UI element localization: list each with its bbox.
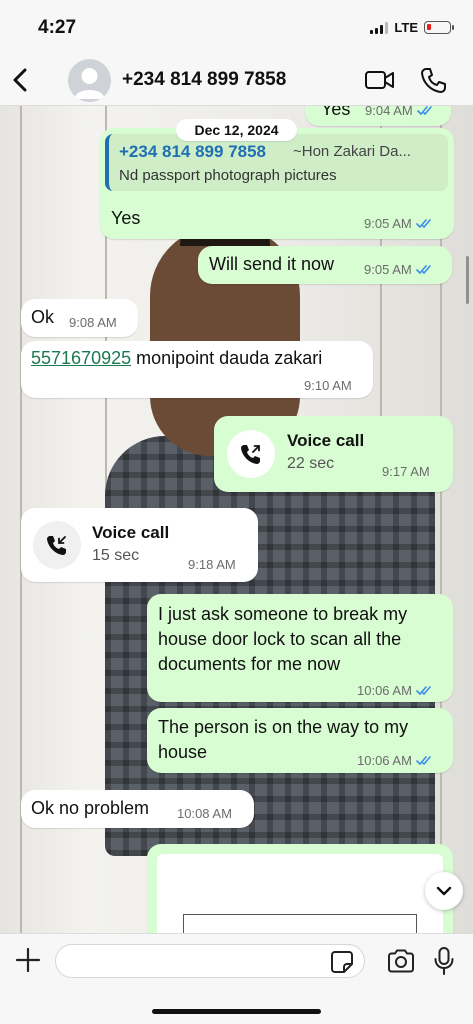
composer-bar (0, 933, 473, 1024)
message-text: I just ask someone to break my house doo… (158, 602, 407, 677)
status-indicators: LTE (370, 20, 454, 35)
avatar-placeholder-icon (74, 68, 105, 99)
quoted-message[interactable]: +234 814 899 7858 ~Hon Zakari Da... Nd p… (105, 134, 448, 191)
home-indicator[interactable] (152, 1009, 321, 1014)
message-bubble[interactable]: Yes 9:04 AM (305, 106, 451, 126)
sticker-icon (331, 951, 353, 973)
quoted-sender-alias: ~Hon Zakari Da... (293, 143, 411, 160)
message-line: house door lock to scan all the (158, 629, 402, 649)
message-meta: 9:08 AM (69, 315, 117, 330)
call-title: Voice call (92, 523, 170, 542)
message-time: 10:06 AM (357, 753, 412, 768)
message-text: Yes (321, 106, 351, 119)
back-button[interactable] (12, 65, 34, 95)
message-meta: 9:05 AM (364, 216, 434, 231)
message-text: Yes (111, 208, 141, 228)
message-bubble[interactable]: 5571670925 monipoint dauda zakari 9:10 A… (21, 341, 373, 398)
video-call-button[interactable] (364, 68, 396, 92)
contact-name[interactable]: +234 814 899 7858 (122, 69, 286, 91)
message-bubble[interactable]: Ok no problem 10:08 AM (21, 790, 254, 828)
message-input[interactable] (55, 944, 365, 978)
account-number-link[interactable]: 5571670925 (31, 348, 131, 368)
call-duration: 22 sec (287, 455, 335, 472)
status-bar: 4:27 LTE (0, 0, 473, 56)
message-time: 9:04 AM (365, 106, 413, 118)
chat-header: +234 814 899 7858 (0, 56, 473, 106)
microphone-button[interactable] (433, 946, 455, 976)
media-message-bubble[interactable] (147, 844, 453, 933)
network-type: LTE (394, 20, 418, 35)
outgoing-call-icon (241, 445, 260, 464)
message-line: I just ask someone to break my (158, 604, 408, 624)
message-text: Will send it now (209, 254, 335, 274)
message-meta: 10:06 AM (357, 753, 434, 768)
attach-button[interactable] (14, 946, 42, 974)
document-frame (183, 914, 417, 933)
message-time: 9:10 AM (304, 378, 352, 393)
scrollbar[interactable] (466, 256, 469, 304)
read-ticks-icon (415, 219, 431, 228)
plus-icon (15, 947, 41, 973)
status-time: 4:27 (38, 17, 77, 38)
chevron-left-icon (13, 68, 27, 92)
message-meta: 10:06 AM (357, 683, 434, 698)
message-bubble[interactable]: I just ask someone to break my house doo… (147, 594, 453, 702)
message-time: 10:06 AM (357, 683, 412, 698)
message-bubble[interactable]: +234 814 899 7858 ~Hon Zakari Da... Nd p… (100, 128, 454, 239)
message-text: 5571670925 monipoint dauda zakari (31, 346, 322, 371)
chevron-down-icon (436, 886, 452, 896)
message-time: 9:05 AM (364, 262, 412, 277)
avatar[interactable] (68, 59, 111, 102)
message-text: Ok no problem (31, 798, 150, 818)
incoming-call-icon (47, 536, 66, 555)
quoted-sender: +234 814 899 7858 (119, 142, 267, 161)
message-bubble[interactable]: Ok 9:08 AM (21, 299, 138, 337)
message-time: 9:18 AM (188, 557, 236, 572)
message-time: 9:08 AM (69, 315, 117, 330)
date-chip: Dec 12, 2024 (176, 119, 297, 141)
message-line: The person is on the way to my (158, 717, 409, 737)
call-icon-wrap (33, 521, 81, 569)
message-meta: 9:10 AM (304, 378, 352, 393)
message-meta: 10:08 AM (177, 806, 232, 821)
message-meta: 9:05 AM (364, 262, 434, 277)
message-line: documents for me now (158, 654, 341, 674)
camera-button[interactable] (386, 948, 416, 974)
message-bubble[interactable]: The person is on the way to my house 10:… (147, 708, 453, 773)
call-title: Voice call (287, 431, 365, 450)
phone-icon (421, 68, 446, 93)
chat-area[interactable]: Yes 9:04 AM +234 814 899 7858 ~Hon Zakar… (0, 106, 473, 933)
message-bubble[interactable]: Will send it now 9:05 AM (198, 246, 452, 284)
voice-call-button[interactable] (420, 66, 446, 94)
message-meta: 9:04 AM (365, 106, 435, 118)
message-meta: 9:18 AM (188, 557, 236, 572)
call-bubble[interactable]: Voice call 22 sec 9:17 AM (214, 416, 453, 492)
battery-level (427, 24, 431, 30)
call-bubble[interactable]: Voice call 15 sec 9:18 AM (21, 508, 258, 582)
sticker-button[interactable] (330, 950, 354, 974)
message-text-rest: monipoint dauda zakari (131, 348, 323, 368)
read-ticks-icon (415, 265, 431, 274)
microphone-icon (434, 947, 454, 975)
signal-icon (370, 21, 389, 34)
call-icon-wrap (227, 430, 275, 478)
video-camera-icon (365, 71, 394, 89)
quoted-text: Nd passport photograph pictures (119, 167, 337, 184)
message-time: 9:17 AM (382, 464, 430, 479)
message-meta: 9:17 AM (382, 464, 430, 479)
camera-icon (388, 949, 414, 973)
battery-icon (424, 21, 454, 34)
read-ticks-icon (416, 686, 431, 695)
message-time: 9:05 AM (364, 216, 412, 231)
message-text: Ok (31, 307, 55, 327)
message-time: 10:08 AM (177, 806, 232, 821)
read-ticks-icon (416, 106, 432, 115)
scroll-to-bottom-button[interactable] (425, 872, 463, 910)
call-duration: 15 sec (92, 547, 140, 564)
media-preview[interactable] (157, 854, 443, 933)
read-ticks-icon (416, 756, 431, 765)
